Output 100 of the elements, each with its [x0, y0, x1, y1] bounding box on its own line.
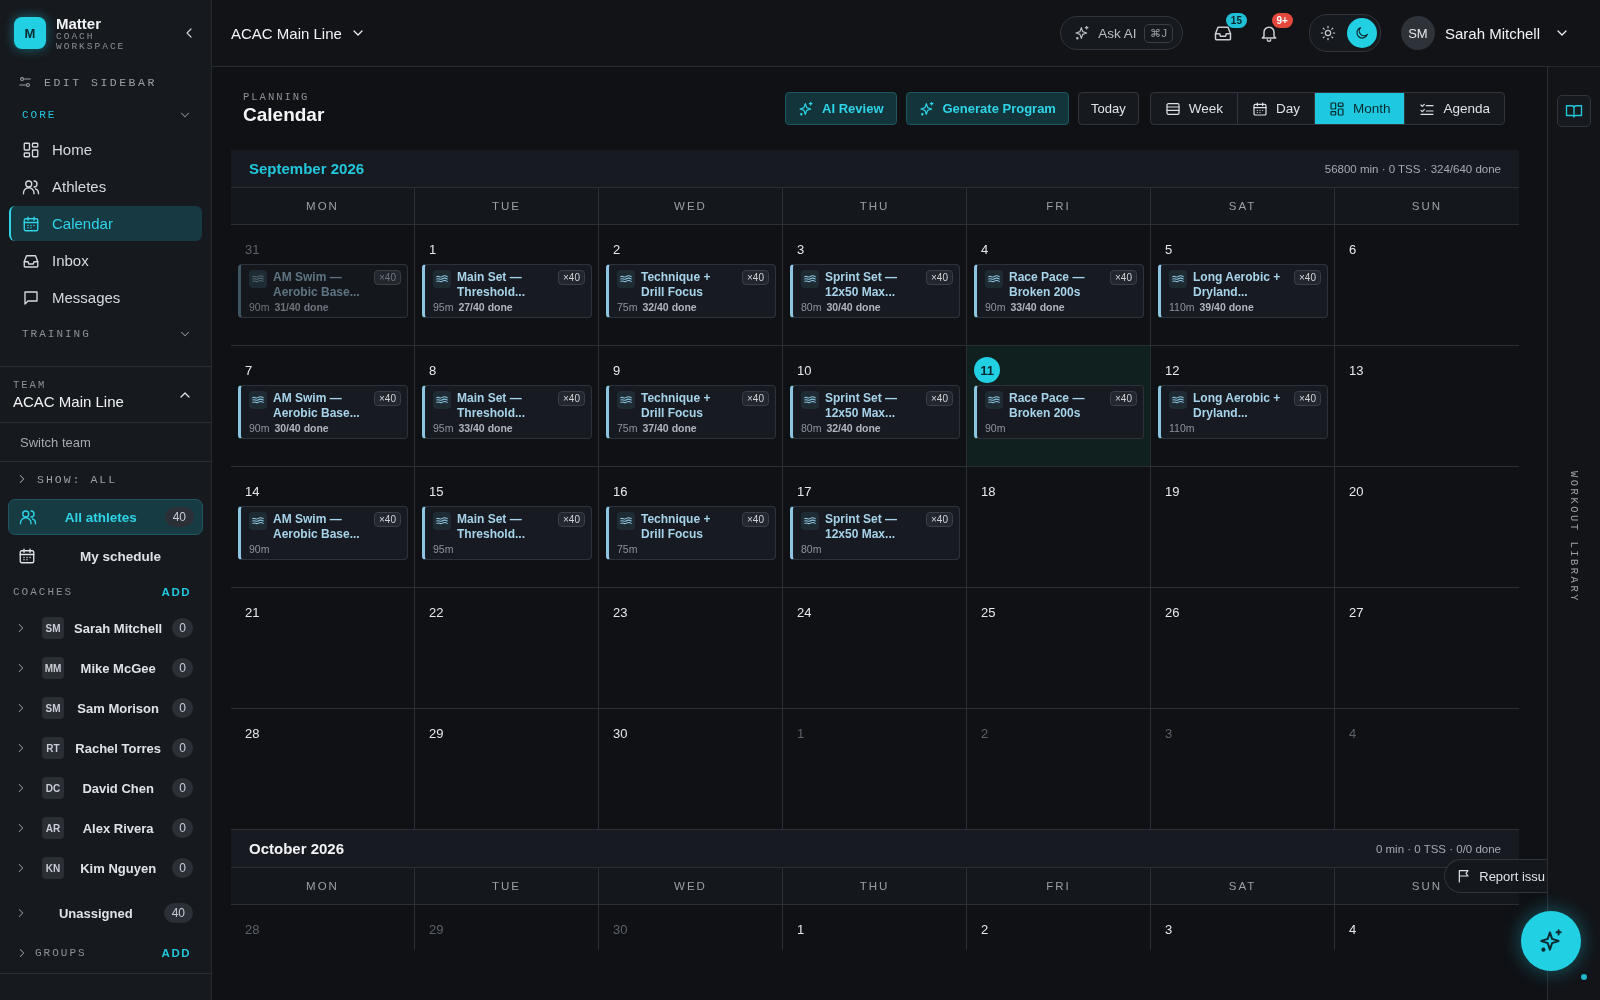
- day-cell[interactable]: 2 Technique + Drill Focus ×40 75m 32/40 done: [599, 225, 783, 346]
- day-cell[interactable]: 12 Long Aerobic + Dryland... ×40 110m: [1151, 346, 1335, 467]
- workout-card[interactable]: Sprint Set — 12x50 Max... ×40 80m 30/40 done: [790, 264, 960, 318]
- day-cell[interactable]: 21: [231, 588, 415, 709]
- user-menu[interactable]: Sarah Mitchell: [1444, 24, 1570, 42]
- add-group-link[interactable]: ADD: [161, 947, 191, 959]
- day-number: 12: [1164, 361, 1180, 380]
- day-cell[interactable]: 2: [967, 905, 1151, 950]
- coach-item[interactable]: AR Alex Rivera 0: [0, 808, 211, 848]
- workout-card[interactable]: Race Pace — Broken 200s ×40 90m 33/40 done: [974, 264, 1144, 318]
- completion-count: 32/40 done: [642, 301, 697, 313]
- completion-count: 39/40 done: [1199, 301, 1254, 313]
- nav-item[interactable]: Calendar: [9, 206, 202, 241]
- day-cell[interactable]: 4: [1335, 905, 1519, 950]
- workout-title: Technique + Drill Focus: [641, 512, 712, 542]
- day-cell[interactable]: 27: [1335, 588, 1519, 709]
- team-selector[interactable]: ACAC Main Line: [231, 24, 366, 42]
- workout-card[interactable]: Main Set — Threshold... ×40 95m 27/40 done: [422, 264, 592, 318]
- coach-item[interactable]: RT Rachel Torres 0: [0, 728, 211, 768]
- switch-team-button[interactable]: Switch team: [20, 434, 91, 450]
- day-cell[interactable]: 16 Technique + Drill Focus ×40 75m: [599, 467, 783, 588]
- workout-library-label[interactable]: WORKOUT LIBRARY: [1568, 471, 1580, 603]
- day-cell[interactable]: 26: [1151, 588, 1335, 709]
- day-number: 7: [244, 361, 253, 380]
- view-tab[interactable]: Week: [1150, 93, 1238, 124]
- workout-card[interactable]: Sprint Set — 12x50 Max... ×40 80m: [790, 506, 960, 560]
- coach-item[interactable]: KN Kim Nguyen 0: [0, 848, 211, 888]
- day-cell[interactable]: 4 Race Pace — Broken 200s ×40 90m 33/40 done: [967, 225, 1151, 346]
- toolbar-button[interactable]: AI Review: [785, 92, 897, 125]
- workout-card[interactable]: Technique + Drill Focus ×40 75m 37/40 done: [606, 385, 776, 439]
- day-number: 1: [796, 920, 805, 939]
- day-cell[interactable]: 20: [1335, 467, 1519, 588]
- day-cell[interactable]: 3 Sprint Set — 12x50 Max... ×40 80m 30/40 done: [783, 225, 967, 346]
- day-number: 2: [612, 240, 621, 259]
- workout-card[interactable]: Main Set — Threshold... ×40 95m: [422, 506, 592, 560]
- workout-card[interactable]: AM Swim — Aerobic Base... ×40 90m 30/40 done: [238, 385, 408, 439]
- day-cell[interactable]: 8 Main Set — Threshold... ×40 95m 33/40 done: [415, 346, 599, 467]
- theme-button[interactable]: [1346, 18, 1377, 48]
- coach-item[interactable]: SM Sam Morison 0: [0, 688, 211, 728]
- day-cell[interactable]: 19: [1151, 467, 1335, 588]
- day-cell[interactable]: 23: [599, 588, 783, 709]
- day-cell[interactable]: 7 AM Swim — Aerobic Base... ×40 90m 30/40 done: [231, 346, 415, 467]
- day-cell[interactable]: 15 Main Set — Threshold... ×40 95m: [415, 467, 599, 588]
- workout-card[interactable]: Main Set — Threshold... ×40 95m 33/40 done: [422, 385, 592, 439]
- coach-item[interactable]: DC David Chen 0: [0, 768, 211, 808]
- day-cell[interactable]: 5 Long Aerobic + Dryland... ×40 110m 39/40 done: [1151, 225, 1335, 346]
- day-cell[interactable]: 31 AM Swim — Aerobic Base... ×40 90m 31/40 done: [231, 225, 415, 346]
- day-cell[interactable]: 14 AM Swim — Aerobic Base... ×40 90m: [231, 467, 415, 588]
- workout-card[interactable]: Technique + Drill Focus ×40 75m: [606, 506, 776, 560]
- day-cell[interactable]: 6: [1335, 225, 1519, 346]
- ai-assistant-button[interactable]: [1521, 911, 1581, 971]
- workout-card[interactable]: Race Pace — Broken 200s ×40 90m: [974, 385, 1144, 439]
- view-tab[interactable]: Month: [1314, 93, 1406, 124]
- nav-item[interactable]: Inbox: [9, 243, 202, 278]
- add-coach-link[interactable]: ADD: [161, 586, 191, 598]
- inbox-icon[interactable]: [1212, 23, 1233, 43]
- day-cell[interactable]: 10 Sprint Set — 12x50 Max... ×40 80m 32/40 done: [783, 346, 967, 467]
- coach-item[interactable]: SM Sarah Mitchell 0: [0, 608, 211, 648]
- workout-card[interactable]: Sprint Set — 12x50 Max... ×40 80m 32/40 done: [790, 385, 960, 439]
- athlete-view-item[interactable]: My schedule: [8, 538, 203, 574]
- view-tab[interactable]: Day: [1237, 93, 1315, 124]
- nav-item[interactable]: Athletes: [9, 169, 202, 204]
- workout-card[interactable]: Long Aerobic + Dryland... ×40 110m 39/40 done: [1158, 264, 1328, 318]
- day-cell[interactable]: 11 Race Pace — Broken 200s ×40 90m: [967, 346, 1151, 467]
- workout-card[interactable]: Long Aerobic + Dryland... ×40 110m: [1158, 385, 1328, 439]
- day-cell[interactable]: 24: [783, 588, 967, 709]
- day-cell[interactable]: 22: [415, 588, 599, 709]
- day-cell[interactable]: 9 Technique + Drill Focus ×40 75m 37/40 done: [599, 346, 783, 467]
- groups-toggle[interactable]: GROUPS: [15, 946, 87, 960]
- view-tab[interactable]: Agenda: [1405, 93, 1504, 124]
- waves-icon: [617, 270, 635, 288]
- ask-ai-button[interactable]: Ask AI ⌘J: [1060, 16, 1183, 50]
- coach-item[interactable]: MM Mike McGee 0: [0, 648, 211, 688]
- day-cell[interactable]: 17 Sprint Set — 12x50 Max... ×40 80m: [783, 467, 967, 588]
- day-number: 6: [1348, 240, 1357, 259]
- user-avatar[interactable]: SM: [1400, 16, 1435, 50]
- athlete-count: ×40: [742, 391, 769, 406]
- unassigned-item[interactable]: Unassigned 40: [0, 893, 211, 933]
- workout-card[interactable]: AM Swim — Aerobic Base... ×40 90m: [238, 506, 408, 560]
- day-cell[interactable]: 13: [1335, 346, 1519, 467]
- day-number: 18: [980, 482, 996, 501]
- day-cell[interactable]: 25: [967, 588, 1151, 709]
- day-cell[interactable]: 1 Main Set — Threshold... ×40 95m 27/40 done: [415, 225, 599, 346]
- workout-card[interactable]: AM Swim — Aerobic Base... ×40 90m 31/40 done: [238, 264, 408, 318]
- show-filter-toggle[interactable]: SHOW: ALL: [0, 462, 211, 496]
- workout-library-button[interactable]: [1557, 95, 1591, 127]
- day-cell[interactable]: 3: [1151, 905, 1335, 950]
- day-number: 8: [428, 361, 437, 380]
- athlete-view-item[interactable]: All athletes 40: [8, 499, 203, 535]
- nav-item[interactable]: Messages: [9, 280, 202, 315]
- weekday-header: MON: [231, 188, 415, 225]
- edit-sidebar-button[interactable]: EDIT SIDEBAR: [9, 66, 157, 98]
- day-cell[interactable]: 18: [967, 467, 1151, 588]
- toolbar-button[interactable]: Generate Program: [905, 92, 1069, 125]
- report-issue-button[interactable]: Report issu: [1444, 859, 1547, 893]
- workout-card[interactable]: Technique + Drill Focus ×40 75m 32/40 done: [606, 264, 776, 318]
- day-cell[interactable]: 1: [783, 905, 967, 950]
- weekday-header: FRI: [967, 188, 1151, 225]
- toolbar-button[interactable]: Today: [1077, 92, 1139, 125]
- nav-item[interactable]: Home: [9, 132, 202, 167]
